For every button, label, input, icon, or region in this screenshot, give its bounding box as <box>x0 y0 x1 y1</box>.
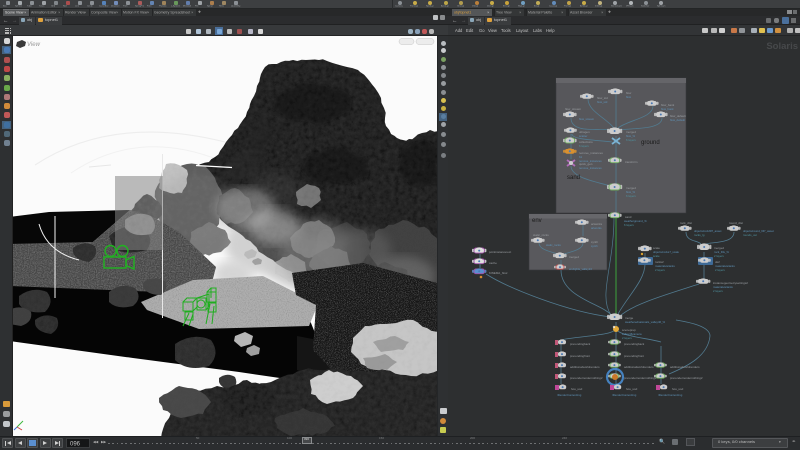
svg-text:/RenderContextImg: /RenderContextImg <box>557 393 582 397</box>
svg-text:flow_%: flow_% <box>626 190 636 194</box>
svg-text:6 layers: 6 layers <box>626 138 636 142</box>
svg-text:objects/round_fill7_asset: objects/round_fill7_asset <box>743 229 774 233</box>
svg-text:materialvariants: materialvariants <box>713 285 733 289</box>
svg-text:flow_bank: flow_bank <box>661 107 674 111</box>
svg-text:hou_usd: hou_usd <box>571 387 583 391</box>
svg-text:prerendingfront: prerendingfront <box>570 354 590 358</box>
svg-text:pointinstancerext: pointinstancerext <box>489 250 511 254</box>
svg-text:flow_default: flow_default <box>670 118 685 122</box>
svg-text:rocks2: rocks2 <box>655 260 664 264</box>
svg-text:sand: sand <box>625 215 632 219</box>
svg-text:scale: scale <box>653 246 660 250</box>
svg-text:weatherground_%: weatherground_% <box>624 219 647 223</box>
svg-text:objects/rockfill7_asset: objects/rockfill7_asset <box>694 229 722 233</box>
svg-text:61: 61 <box>579 155 583 159</box>
svg-text:instancegeometrysettings2: instancegeometrysettings2 <box>713 281 748 285</box>
svg-text:flow_bank: flow_bank <box>661 103 675 107</box>
svg-text:prerenderrendernothing2: prerenderrendernothing2 <box>624 376 657 380</box>
svg-text:/RenderContextImg: /RenderContextImg <box>612 393 637 397</box>
svg-text:merged: merged <box>714 246 724 250</box>
svg-text:6 layers: 6 layers <box>626 194 636 198</box>
svg-text:View: View <box>27 42 41 48</box>
svg-text:6 layers: 6 layers <box>624 223 634 227</box>
svg-text:hou_usd: hou_usd <box>672 387 684 391</box>
svg-text:artworks: artworks <box>591 226 602 230</box>
svg-text:flow_std: flow_std <box>597 100 608 104</box>
svg-text:collections: collections <box>579 140 593 144</box>
svg-text:2 layers: 2 layers <box>714 254 724 258</box>
svg-text:additionalworldrenders: additionalworldrenders <box>670 365 700 369</box>
svg-text:rock_dist: rock_dist <box>680 221 692 225</box>
svg-text:synth: synth <box>591 244 598 248</box>
svg-text:merged: merged <box>626 186 636 190</box>
svg-text:2 layers: 2 layers <box>622 336 632 340</box>
svg-text:2 layers: 2 layers <box>715 268 725 272</box>
svg-text:merged: merged <box>626 130 636 134</box>
svg-text:static_rocks: static_rocks <box>533 233 549 237</box>
svg-text:flow_default: flow_default <box>670 114 686 118</box>
svg-text:additionalworldrenders: additionalworldrenders <box>624 365 654 369</box>
svg-text:ultragen: ultragen <box>579 130 590 134</box>
svg-text:/RenderContextImg: /RenderContextImg <box>658 393 683 397</box>
svg-text:sand: sand <box>567 175 580 181</box>
svg-text:merged: merged <box>569 255 579 259</box>
svg-text:transform: transform <box>625 160 638 164</box>
svg-text:prerendingback: prerendingback <box>570 342 591 346</box>
svg-text:remove_instances: remove_instances <box>579 166 602 170</box>
svg-text:scale: scale <box>653 254 660 258</box>
svg-text:additionalworldrenders: additionalworldrenders <box>570 365 600 369</box>
svg-text:prerendingback: prerendingback <box>624 342 645 346</box>
svg-text:materialvariants: materialvariants <box>715 264 735 268</box>
svg-text:ok2: ok2 <box>715 260 720 264</box>
svg-text:envlights_valley13: envlights_valley13 <box>569 267 592 271</box>
svg-text:scatter: scatter <box>579 134 587 138</box>
svg-text:remove_instances: remove_instances <box>579 151 603 155</box>
svg-text:flow_std: flow_std <box>597 96 608 100</box>
svg-text:materialvariants: materialvariants <box>655 264 675 268</box>
svg-text:flow_stream: flow_stream <box>565 107 582 111</box>
svg-text:cache: cache <box>489 261 497 265</box>
svg-text:weatherednationals_valley46_%: weatherednationals_valley46_% <box>625 320 666 324</box>
svg-text:static_rocks: static_rocks <box>546 243 561 247</box>
svg-text:hou_usd: hou_usd <box>626 387 638 391</box>
svg-text:round_dist: round_dist <box>729 221 743 225</box>
svg-text:flow_%: flow_% <box>626 134 636 138</box>
svg-text:env: env <box>532 218 542 224</box>
svg-text:valley46camera: valley46camera <box>622 332 642 336</box>
svg-text:6 layers: 6 layers <box>579 144 589 148</box>
svg-text:artworks: artworks <box>591 222 603 226</box>
svg-text:2 layers: 2 layers <box>655 268 665 272</box>
svg-text:sceneprep: sceneprep <box>622 328 636 332</box>
svg-text:flow: flow <box>626 91 632 95</box>
svg-text:rocks_lg: rocks_lg <box>694 233 705 237</box>
svg-text:ground: ground <box>641 140 660 146</box>
svg-text:merge: merge <box>625 316 634 320</box>
svg-text:rock_fills_%: rock_fills_% <box>714 250 729 254</box>
svg-text:Solaris: Solaris <box>766 41 798 52</box>
svg-text:prerenderrendernothing2: prerenderrendernothing2 <box>670 376 703 380</box>
svg-text:objects/rocks7_scale: objects/rocks7_scale <box>653 250 679 254</box>
svg-text:prerendingfront: prerendingfront <box>624 354 644 358</box>
svg-text:flow_stream: flow_stream <box>579 117 595 121</box>
svg-text:synth: synth <box>591 240 598 244</box>
svg-text:prerenderrendernothing2: prerenderrendernothing2 <box>570 376 603 380</box>
svg-text:2 layers: 2 layers <box>713 289 723 293</box>
svg-text:quick_gen: quick_gen <box>579 162 593 166</box>
svg-text:rounds_out: rounds_out <box>743 233 757 237</box>
svg-text:KINEMA_floor: KINEMA_floor <box>489 271 508 275</box>
